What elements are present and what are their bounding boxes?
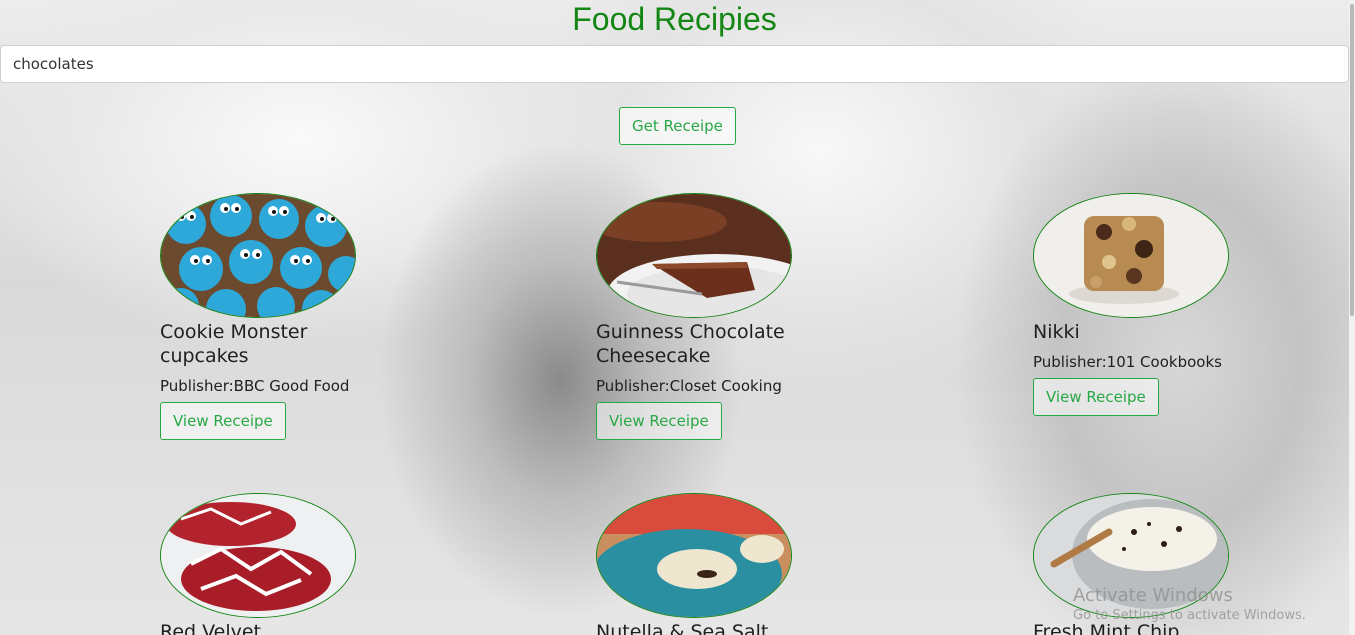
recipe-image-cookie-monster[interactable] — [160, 193, 356, 318]
watermark-title: Activate Windows — [1073, 585, 1233, 606]
recipe-image-nikki[interactable] — [1033, 193, 1229, 318]
recipe-card: Guinness Chocolate Cheesecake Publisher:… — [596, 193, 826, 443]
watermark-subtitle: Go to Settings to activate Windows. — [1073, 608, 1306, 623]
view-receipe-button[interactable]: View Receipe — [1033, 378, 1159, 416]
search-input[interactable] — [0, 45, 1349, 83]
recipe-publisher: Publisher:101 Cookbooks — [1033, 353, 1222, 371]
recipe-publisher: Publisher:BBC Good Food — [160, 377, 350, 395]
recipe-image-nutella-sea-salt[interactable] — [596, 493, 792, 618]
page-title: Food Recipies — [572, 1, 777, 37]
scrollbar-thumb[interactable] — [1350, 4, 1354, 316]
recipe-title: Nutella & Sea Salt — [596, 621, 769, 635]
recipe-image-guinness-cheesecake[interactable] — [596, 193, 792, 318]
view-receipe-button[interactable]: View Receipe — [596, 402, 722, 440]
recipe-title: Nikki — [1033, 321, 1080, 343]
recipe-title: Cookie Monster cupcakes — [160, 321, 308, 367]
recipe-card: Nutella & Sea Salt — [596, 493, 826, 635]
recipe-publisher: Publisher:Closet Cooking — [596, 377, 782, 395]
recipe-title: Red Velvet — [160, 621, 262, 635]
recipe-card: Nikki Publisher:101 Cookbooks View Recei… — [1033, 193, 1263, 423]
recipe-image-red-velvet[interactable] — [160, 493, 356, 618]
view-receipe-button[interactable]: View Receipe — [160, 402, 286, 440]
page-scrollbar[interactable] — [1349, 0, 1355, 635]
activate-windows-watermark: Activate Windows Go to Settings to activ… — [1073, 585, 1306, 625]
get-receipe-button[interactable]: Get Receipe — [619, 107, 736, 145]
recipe-card: Cookie Monster cupcakes Publisher:BBC Go… — [160, 193, 390, 443]
recipe-title: Guinness Chocolate Cheesecake — [596, 321, 785, 367]
recipe-card: Red Velvet — [160, 493, 390, 635]
